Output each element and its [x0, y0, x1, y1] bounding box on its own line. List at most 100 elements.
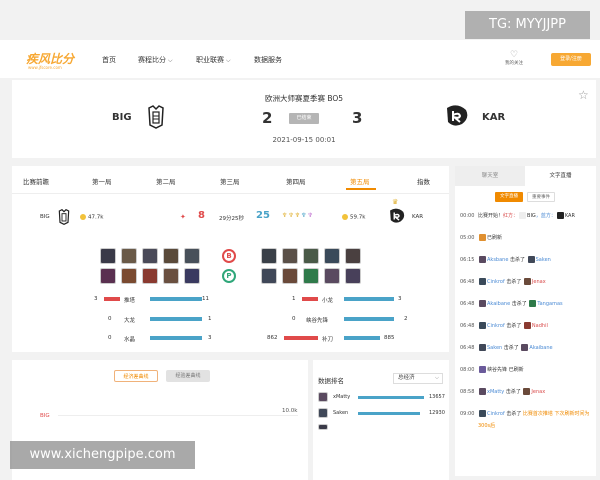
blue-side-badge: B: [222, 249, 236, 263]
stat-bar: [344, 317, 394, 321]
tab-preview[interactable]: 比赛前瞻: [23, 176, 49, 186]
hero-icon: [479, 300, 486, 307]
ranking-panel: 数据排名 总经济 ⌵ xMatty 13657 Saken 12930: [313, 360, 449, 480]
gold-diff-button[interactable]: 经济差曲线: [114, 370, 158, 382]
hero-portrait[interactable]: [345, 248, 361, 264]
hero-portrait[interactable]: [121, 248, 137, 264]
game-duration: 29分25秒: [219, 216, 244, 222]
stat-bar: [150, 297, 202, 301]
hero-icon: [479, 410, 486, 417]
stat-label-herald: 峡谷先锋: [306, 318, 329, 324]
stat-bar: [358, 412, 420, 415]
tab-chatroom[interactable]: 聊天室: [455, 166, 525, 186]
stat-bar: [358, 396, 424, 399]
player-name[interactable]: xMatty: [333, 394, 350, 400]
tab-game-4[interactable]: 第四局: [286, 176, 306, 186]
hero-icon: [479, 344, 486, 351]
team-left-name[interactable]: BIG: [112, 112, 132, 123]
stat-label-inhib: 水晶: [124, 337, 136, 343]
hero-portrait[interactable]: [282, 248, 298, 264]
hero-portrait[interactable]: [184, 248, 200, 264]
hero-portrait[interactable]: [261, 248, 277, 264]
hero-icon: [479, 278, 486, 285]
hero-portrait[interactable]: [100, 268, 116, 284]
left-kills: 8: [198, 210, 205, 221]
hero-portrait[interactable]: [184, 268, 200, 284]
hero-portrait[interactable]: [324, 268, 340, 284]
hero-portrait[interactable]: [345, 268, 361, 284]
hero-portrait[interactable]: [142, 248, 158, 264]
nav-data-service[interactable]: 数据服务: [254, 55, 282, 65]
site-logo-url: www.jfscore.com: [28, 65, 62, 70]
event-row: 08:58 xMatty 击杀了 Jenax: [460, 388, 546, 395]
event-row: 00:00 比赛开始！红方： BIG，蓝方： KAR: [460, 212, 575, 219]
dragon-icons: ♆♆♆♆♆: [282, 212, 314, 219]
subtab-text-live[interactable]: 文字直播: [495, 192, 523, 202]
player-avatar: [318, 424, 328, 430]
right-gold: 59.7k: [342, 214, 365, 221]
match-time: 2021-09-15 00:01: [272, 136, 336, 144]
follow-label: 我的关注: [505, 61, 523, 66]
winner-crown-icon: ♛: [392, 198, 399, 206]
hero-portrait[interactable]: [282, 268, 298, 284]
stat-label-dragons: 小龙: [322, 298, 334, 304]
nav-schedule[interactable]: 赛程比分 ⌵: [138, 55, 173, 65]
big-team-icon: [519, 212, 527, 219]
watermark-tg: TG: MYYJJPP: [465, 11, 590, 39]
chevron-down-icon: ⌵: [434, 375, 439, 381]
gold-coin-icon: [80, 214, 86, 220]
nav-leagues[interactable]: 职业联赛 ⌵: [196, 55, 231, 65]
hero-portrait[interactable]: [142, 268, 158, 284]
big-team-logo[interactable]: [147, 105, 165, 129]
event-row: 06:48 Cinkrof 击杀了 Jenax: [460, 278, 546, 285]
stat-label-towers: 推塔: [124, 298, 136, 304]
tab-game-5[interactable]: 第五局: [350, 176, 370, 186]
subtab-key-events[interactable]: 重要事件: [527, 192, 555, 202]
player-avatar: [318, 392, 328, 402]
tab-text-live[interactable]: 文字直播: [525, 166, 596, 186]
player-avatar: [318, 408, 328, 418]
right-herald: 2: [404, 316, 408, 322]
left-inhib: 0: [108, 335, 112, 341]
hero-portrait[interactable]: [303, 268, 319, 284]
stat-bar: [344, 336, 380, 340]
nav-home[interactable]: 首页: [102, 55, 116, 65]
hero-portrait[interactable]: [100, 248, 116, 264]
hero-portrait[interactable]: [163, 268, 179, 284]
hero-portrait[interactable]: [303, 248, 319, 264]
stat-bar: [344, 297, 394, 301]
right-towers-a: 11: [202, 296, 209, 302]
watermark-site: www.xichengpipe.com: [10, 441, 195, 469]
event-row: 05:00 已刷新: [460, 234, 503, 241]
player-value: 12930: [429, 410, 445, 416]
hero-portrait[interactable]: [261, 268, 277, 284]
left-towers-a: 3: [94, 296, 98, 302]
kar-team-logo[interactable]: [444, 104, 470, 128]
divider: [12, 193, 449, 194]
event-row: 08:00 峡谷先锋 已刷新: [460, 366, 524, 373]
hero-portrait[interactable]: [163, 248, 179, 264]
tab-game-3[interactable]: 第三局: [220, 176, 240, 186]
xp-diff-button[interactable]: 经验差曲线: [166, 370, 210, 382]
tab-game-2[interactable]: 第二局: [156, 176, 176, 186]
hero-icon: [521, 344, 529, 351]
series-label: BIG: [40, 413, 50, 419]
hero-icon: [523, 322, 531, 329]
team-right-name[interactable]: KAR: [482, 112, 505, 123]
event-row: 06:48 Akaibane 击杀了 Tangamas: [460, 300, 563, 307]
event-row-continued: 300s后: [478, 423, 496, 429]
stat-bar: [284, 336, 318, 340]
tab-odds[interactable]: 指数: [417, 176, 430, 186]
player-name[interactable]: Saken: [333, 410, 348, 416]
hero-portrait[interactable]: [121, 268, 137, 284]
ranking-select[interactable]: 总经济 ⌵: [393, 373, 443, 384]
status-badge: 已结束: [289, 113, 319, 124]
hero-portrait[interactable]: [324, 248, 340, 264]
y-tick: 10.0k: [282, 408, 298, 414]
stat-bar: [150, 317, 202, 321]
my-follow-button[interactable]: ♡ 我的关注: [502, 50, 526, 66]
game-right-team: KAR: [412, 214, 424, 220]
login-button[interactable]: 登录/注册: [551, 53, 591, 66]
left-baron: 0: [108, 316, 112, 322]
tab-game-1[interactable]: 第一局: [92, 176, 112, 186]
